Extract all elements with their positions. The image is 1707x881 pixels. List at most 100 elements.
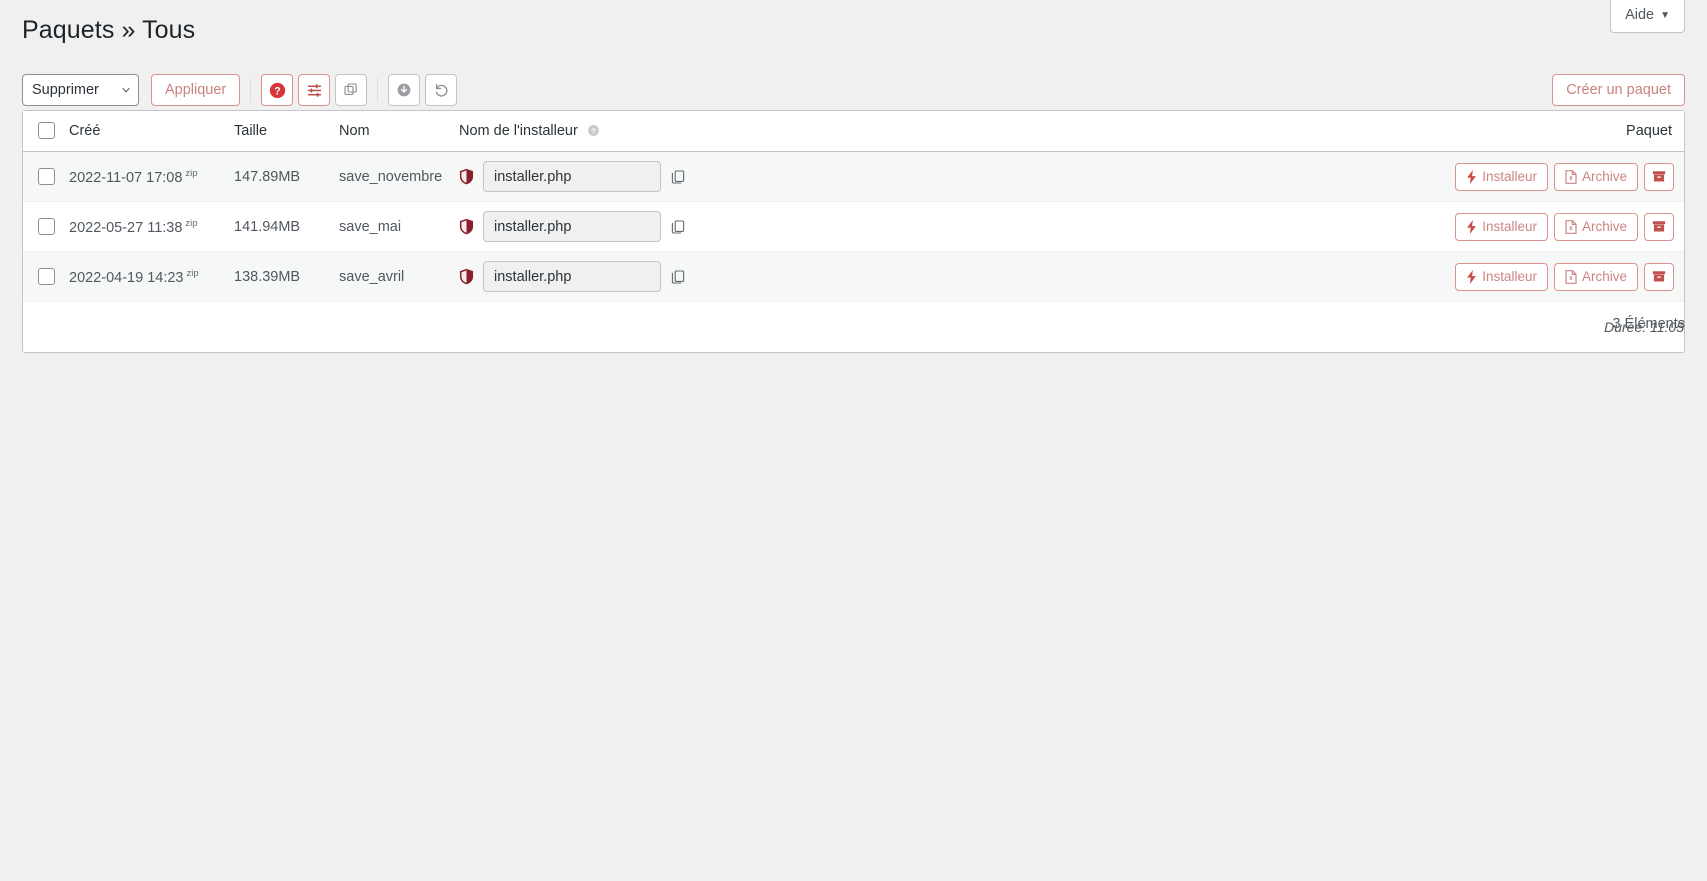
copy-icon: [670, 269, 686, 285]
installer-name-input[interactable]: [483, 161, 661, 192]
archive-box-icon: [1652, 220, 1666, 233]
table-header-row: Créé Taille Nom Nom de l'installeur ? Pa…: [23, 111, 1684, 152]
help-toggle-label: Aide: [1625, 7, 1655, 23]
row-installer-cell: [459, 201, 1070, 252]
row-created-cell: 2022-11-07 17:08 zip: [69, 151, 234, 202]
create-package-button[interactable]: Créer un paquet: [1552, 74, 1685, 106]
row-installer-cell: [459, 151, 1070, 202]
toolbar-divider-2: [377, 78, 379, 102]
row-select-cell: [23, 251, 69, 302]
table-body: 2022-11-07 17:08 zip 147.89MB save_novemb…: [23, 151, 1684, 352]
row-package-actions-cell: Installeur Archive: [1069, 151, 1684, 202]
undo-icon: [433, 82, 450, 99]
row-package-actions-cell: Installeur Archive: [1069, 251, 1684, 302]
toolbar: Supprimer Appliquer ?: [22, 74, 458, 106]
column-header-size[interactable]: Taille: [234, 111, 339, 152]
download-button[interactable]: [388, 74, 421, 106]
delete-package-button[interactable]: [1644, 212, 1674, 241]
installer-name-input[interactable]: [483, 261, 661, 292]
archive-box-icon: [1652, 170, 1666, 183]
select-all-checkbox[interactable]: [37, 122, 55, 139]
info-help-icon[interactable]: ?: [587, 124, 600, 137]
row-created-cell: 2022-05-27 11:38 zip: [69, 201, 234, 252]
archive-download-button[interactable]: Archive: [1553, 212, 1638, 241]
table-row: 2022-05-27 11:38 zip 141.94MB save_mai i…: [23, 201, 1684, 252]
archive-button-label: Archive: [1581, 169, 1627, 184]
help-circle-button[interactable]: ?: [261, 74, 294, 106]
row-package-actions-cell: Installeur Archive: [1069, 201, 1684, 252]
row-installer-cell: [459, 251, 1070, 302]
archive-button-label: Archive: [1581, 269, 1627, 284]
archive-box-icon: [1652, 270, 1666, 283]
column-header-package: Paquet: [1069, 111, 1684, 152]
toolbar-icon-group-1: ?: [261, 74, 368, 106]
column-header-installer-name: Nom de l'installeur ?: [459, 111, 1070, 152]
row-select-cell: [23, 201, 69, 252]
file-archive-icon: [1565, 219, 1577, 234]
apply-button[interactable]: Appliquer: [151, 74, 241, 106]
installer-download-button[interactable]: Installeur: [1455, 162, 1548, 191]
row-select-cell: [23, 151, 69, 202]
archive-download-button[interactable]: Archive: [1553, 162, 1638, 191]
column-header-name-label: Nom: [339, 122, 370, 139]
row-created-value: 2022-05-27 11:38: [69, 219, 183, 236]
row-select-checkbox[interactable]: [37, 168, 55, 185]
svg-text:?: ?: [274, 85, 280, 97]
duplicate-icon: [343, 82, 359, 98]
row-name-cell: save_avril: [339, 251, 459, 302]
packages-table-container: Créé Taille Nom Nom de l'installeur ? Pa…: [22, 110, 1685, 353]
delete-package-button[interactable]: [1644, 262, 1674, 291]
column-header-name[interactable]: Nom: [339, 111, 459, 152]
row-select-checkbox[interactable]: [37, 268, 55, 285]
archive-download-button[interactable]: Archive: [1553, 262, 1638, 291]
table-head: Créé Taille Nom Nom de l'installeur ? Pa…: [23, 111, 1684, 152]
row-name-cell: save_novembre: [339, 151, 459, 202]
copy-icon: [670, 169, 686, 185]
lightning-bolt-icon: [1466, 169, 1477, 184]
table-row: 2022-11-07 17:08 zip 147.89MB save_novemb…: [23, 151, 1684, 202]
copy-installer-name-button[interactable]: [670, 219, 686, 235]
row-size-cell: 147.89MB: [234, 151, 339, 202]
installer-download-button[interactable]: Installeur: [1455, 212, 1548, 241]
shield-icon: [459, 218, 474, 235]
installer-button-label: Installeur: [1482, 219, 1537, 234]
row-format-badge: zip: [185, 217, 198, 229]
svg-text:?: ?: [591, 126, 596, 135]
items-count-label: 3 Éléments: [1612, 316, 1685, 332]
column-header-installer-name-label: Nom de l'installeur: [459, 122, 578, 139]
column-header-created[interactable]: Créé: [69, 111, 234, 152]
column-header-size-label: Taille: [234, 122, 268, 139]
row-select-checkbox[interactable]: [37, 218, 55, 235]
copy-installer-name-button[interactable]: [670, 269, 686, 285]
bulk-action-select[interactable]: Supprimer: [22, 74, 139, 106]
select-all-header: [23, 111, 69, 152]
duplicate-button[interactable]: [335, 74, 368, 106]
settings-sliders-button[interactable]: [298, 74, 331, 106]
row-format-badge: zip: [186, 267, 199, 279]
lightning-bolt-icon: [1466, 219, 1477, 234]
packages-table: Créé Taille Nom Nom de l'installeur ? Pa…: [23, 111, 1684, 352]
archive-button-label: Archive: [1581, 219, 1627, 234]
duration-cell: Durée: 11:05: [1604, 318, 1684, 335]
row-size-cell: 141.94MB: [234, 201, 339, 252]
row-size-cell: 138.39MB: [234, 251, 339, 302]
table-row: 2022-04-19 14:23zip 138.39MB save_avril: [23, 251, 1684, 302]
installer-name-input[interactable]: [483, 211, 661, 242]
copy-icon: [670, 219, 686, 235]
column-header-created-label: Créé: [69, 122, 101, 139]
copy-installer-name-button[interactable]: [670, 169, 686, 185]
installer-download-button[interactable]: Installeur: [1455, 262, 1548, 291]
installer-button-label: Installeur: [1482, 169, 1537, 184]
sliders-icon: [306, 82, 323, 99]
row-created-value: 2022-04-19 14:23: [69, 269, 184, 286]
help-toggle-button[interactable]: Aide ▼: [1610, 0, 1685, 33]
chevron-down-icon: ▼: [1660, 9, 1670, 21]
delete-package-button[interactable]: [1644, 162, 1674, 191]
help-circle-icon: ?: [269, 82, 286, 99]
lightning-bolt-icon: [1466, 269, 1477, 284]
installer-button-label: Installeur: [1482, 269, 1537, 284]
file-archive-icon: [1565, 169, 1577, 184]
refresh-button[interactable]: [425, 74, 458, 106]
file-archive-icon: [1565, 269, 1577, 284]
toolbar-icon-group-2: [388, 74, 458, 106]
